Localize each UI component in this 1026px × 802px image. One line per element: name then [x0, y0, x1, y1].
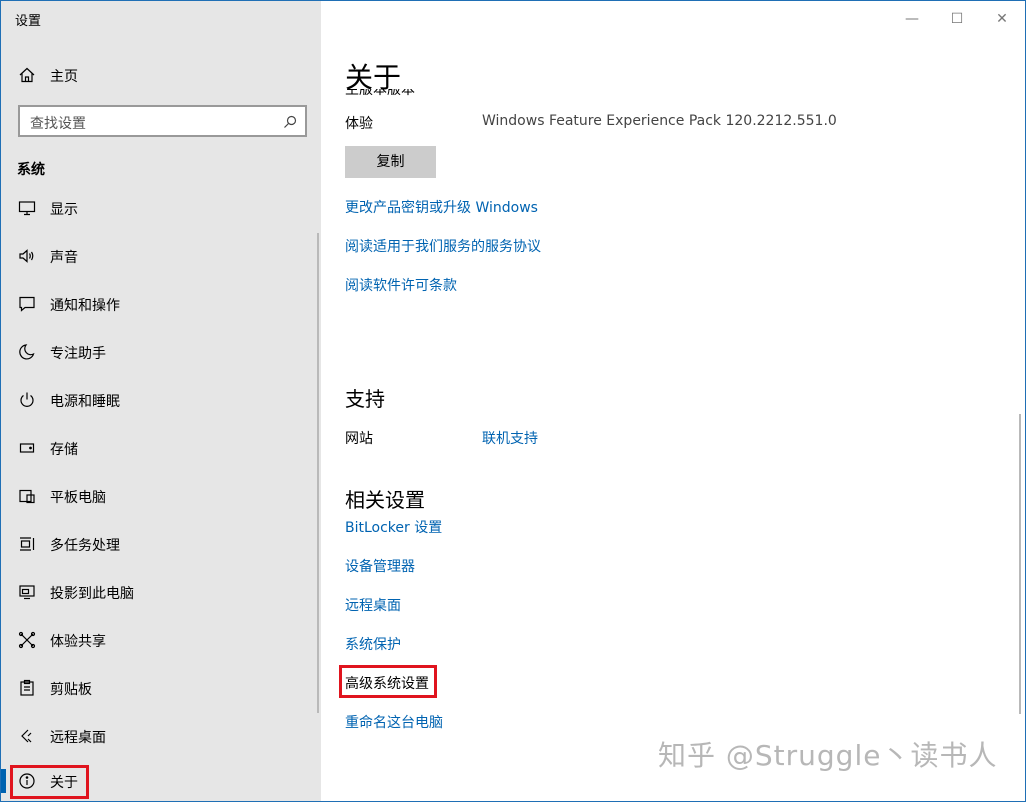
search-settings-input[interactable]: 查找设置 — [18, 105, 307, 137]
sidebar-item-label: 通知和操作 — [50, 298, 120, 314]
sidebar-item-notifications[interactable]: 通知和操作 — [1, 284, 321, 324]
link-bitlocker-settings[interactable]: BitLocker 设置 — [345, 517, 442, 537]
main-scrollbar[interactable] — [1019, 414, 1021, 714]
highlight-box-advanced-settings — [339, 665, 437, 698]
sidebar-item-label: 存储 — [50, 442, 78, 458]
sidebar-item-clipboard[interactable]: 剪贴板 — [1, 668, 321, 708]
tablet-icon — [17, 486, 37, 506]
sidebar-item-label: 声音 — [50, 250, 78, 266]
sidebar-item-display[interactable]: 显示 — [1, 188, 321, 228]
sidebar-item-label: 投影到此电脑 — [50, 586, 134, 602]
monitor-icon — [17, 198, 37, 218]
link-online-support[interactable]: 联机支持 — [482, 428, 538, 448]
sidebar-item-shared-experiences[interactable]: 体验共享 — [1, 620, 321, 660]
maximize-button[interactable]: ☐ — [947, 9, 967, 29]
clipped-row-label: 主版本版本 — [345, 89, 415, 99]
sidebar-item-storage[interactable]: 存储 — [1, 428, 321, 468]
moon-icon — [17, 342, 37, 362]
remote-icon — [17, 726, 37, 746]
watermark-text: 知乎 @Struggle丶读书人 — [658, 739, 998, 772]
power-icon — [17, 390, 37, 410]
experience-value: Windows Feature Experience Pack 120.2212… — [482, 113, 837, 129]
sidebar-item-label: 多任务处理 — [50, 538, 120, 554]
sidebar-item-label: 体验共享 — [50, 634, 106, 650]
sidebar-item-multitasking[interactable]: 多任务处理 — [1, 524, 321, 564]
sidebar-item-tablet[interactable]: 平板电脑 — [1, 476, 321, 516]
sidebar-item-label: 剪贴板 — [50, 682, 92, 698]
sidebar-item-focus-assist[interactable]: 专注助手 — [1, 332, 321, 372]
multitask-icon — [17, 534, 37, 554]
link-device-manager[interactable]: 设备管理器 — [345, 556, 415, 576]
link-rename-pc[interactable]: 重命名这台电脑 — [345, 712, 443, 732]
sidebar-item-power[interactable]: 电源和睡眠 — [1, 380, 321, 420]
sidebar-item-sound[interactable]: 声音 — [1, 236, 321, 276]
home-label: 主页 — [50, 69, 78, 85]
link-system-protection[interactable]: 系统保护 — [345, 634, 401, 654]
window-title: 设置 — [15, 14, 42, 29]
link-license-terms[interactable]: 阅读软件许可条款 — [345, 275, 457, 295]
share-icon — [17, 630, 37, 650]
sidebar: 设置 主页 查找设置 系统 显示 声音 通知和操作 专注助手 电源和睡眠 存储 … — [1, 1, 321, 801]
support-heading: 支持 — [345, 387, 385, 411]
sidebar-item-label: 平板电脑 — [50, 490, 106, 506]
clipped-row-text: 主版本版本 — [345, 89, 415, 98]
website-label: 网站 — [345, 431, 373, 447]
sidebar-item-remote-desktop[interactable]: 远程桌面 — [1, 716, 321, 756]
highlight-box-about — [10, 765, 89, 799]
related-settings-heading: 相关设置 — [345, 488, 425, 512]
project-icon — [17, 582, 37, 602]
sidebar-item-label: 电源和睡眠 — [50, 394, 120, 410]
search-icon — [283, 114, 297, 128]
storage-icon — [17, 438, 37, 458]
clipboard-icon — [17, 678, 37, 698]
message-icon — [17, 294, 37, 314]
home-icon — [17, 65, 37, 85]
sidebar-item-label: 远程桌面 — [50, 730, 106, 746]
section-title-system: 系统 — [17, 162, 45, 178]
search-placeholder: 查找设置 — [30, 116, 86, 132]
sidebar-item-label: 专注助手 — [50, 346, 106, 362]
close-button[interactable]: ✕ — [992, 9, 1012, 29]
link-service-agreement[interactable]: 阅读适用于我们服务的服务协议 — [345, 236, 541, 256]
settings-window: 设置 主页 查找设置 系统 显示 声音 通知和操作 专注助手 电源和睡眠 存储 … — [0, 0, 1026, 802]
speaker-icon — [17, 246, 37, 266]
copy-button[interactable]: 复制 — [345, 146, 436, 178]
main-content: — ☐ ✕ 关于 主版本版本 体验 Windows Feature Experi… — [321, 1, 1025, 801]
link-change-product-key[interactable]: 更改产品密钥或升级 Windows — [345, 197, 538, 217]
sidebar-item-project[interactable]: 投影到此电脑 — [1, 572, 321, 612]
sidebar-scrollbar[interactable] — [317, 233, 319, 713]
minimize-button[interactable]: — — [902, 9, 922, 29]
link-remote-desktop[interactable]: 远程桌面 — [345, 595, 401, 615]
experience-label: 体验 — [345, 116, 373, 132]
sidebar-home[interactable]: 主页 — [1, 59, 321, 91]
sidebar-item-label: 显示 — [50, 202, 78, 218]
